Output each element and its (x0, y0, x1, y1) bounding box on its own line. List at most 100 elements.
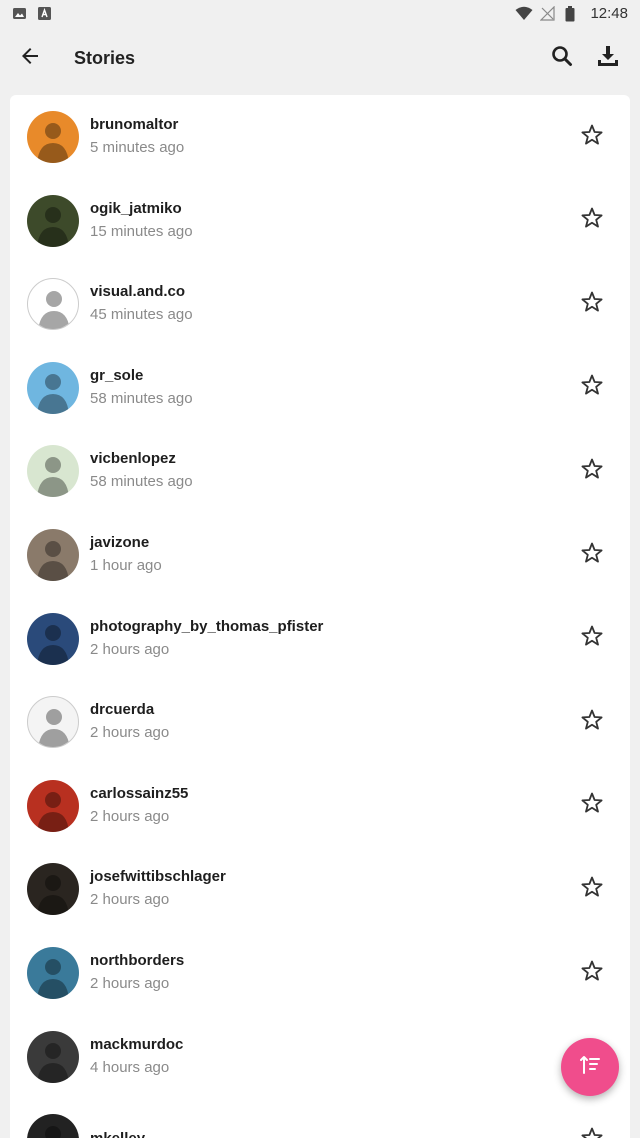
story-username: brunomaltor (90, 116, 179, 133)
app-bar: Stories (0, 26, 640, 90)
story-text: vicbenlopez 58 minutes ago (90, 449, 570, 493)
story-username: vicbenlopez (90, 450, 176, 468)
star-outline-icon (580, 541, 604, 570)
story-username: javizone (90, 534, 150, 551)
story-time: 2 hours ago (90, 891, 170, 909)
search-button[interactable] (542, 38, 582, 78)
story-item[interactable]: mackmurdoc 4 hours ago (10, 1015, 630, 1099)
star-outline-icon (580, 875, 604, 904)
story-item[interactable]: northborders 2 hours ago (10, 931, 630, 1015)
battery-icon (565, 5, 580, 21)
arrow-left-icon (18, 44, 42, 73)
story-time: 15 minutes ago (90, 222, 193, 240)
star-outline-icon (580, 959, 604, 988)
story-item[interactable]: josefwittibschlager 2 hours ago (10, 847, 630, 931)
story-time: 1 hour ago (90, 557, 162, 574)
favorite-button[interactable] (570, 282, 614, 326)
story-text: northborders 2 hours ago (90, 951, 570, 995)
story-item[interactable]: gr_sole 58 minutes ago (10, 346, 630, 430)
favorite-button[interactable] (570, 199, 614, 243)
sort-icon (578, 1053, 602, 1082)
avatar[interactable] (27, 779, 79, 832)
avatar[interactable] (27, 278, 79, 331)
star-outline-icon (580, 1126, 604, 1138)
avatar[interactable] (27, 445, 79, 498)
star-outline-icon (580, 290, 604, 319)
favorite-button[interactable] (570, 700, 614, 744)
story-username: northborders (90, 952, 185, 969)
story-time: 2 hours ago (90, 640, 170, 658)
avatar[interactable] (27, 696, 79, 749)
story-item[interactable]: brunomaltor 5 minutes ago (10, 95, 630, 179)
favorite-button[interactable] (570, 1118, 614, 1138)
avatar[interactable] (27, 1030, 79, 1083)
story-item[interactable]: mkelley (10, 1098, 630, 1138)
story-item[interactable]: vicbenlopez 58 minutes ago (10, 429, 630, 513)
avatar[interactable] (27, 947, 79, 999)
star-outline-icon (580, 123, 604, 152)
story-text: photography_by_thomas_pfister 2 hours ago (90, 617, 570, 661)
story-item[interactable]: carlossainz55 2 hours ago (10, 764, 630, 848)
image-icon (12, 6, 27, 21)
story-text: brunomaltor 5 minutes ago (90, 115, 570, 159)
story-time: 4 hours ago (90, 1058, 170, 1076)
stories-list: brunomaltor 5 minutes ago ogik_jatmiko 15 m… (10, 95, 630, 1138)
story-username: ogik_jatmiko (90, 199, 182, 217)
story-text: mackmurdoc 4 hours ago (90, 1035, 570, 1079)
story-time: 5 minutes ago (90, 139, 185, 156)
favorite-button[interactable] (570, 617, 614, 661)
status-time: 12:48 (590, 4, 628, 22)
download-icon (596, 44, 620, 73)
story-text: gr_sole 58 minutes ago (90, 366, 570, 410)
story-item[interactable]: visual.and.co 45 minutes ago (10, 262, 630, 346)
favorite-button[interactable] (570, 533, 614, 577)
favorite-button[interactable] (570, 951, 614, 995)
story-username: josefwittibschlager (90, 868, 226, 886)
avatar[interactable] (27, 361, 79, 414)
sort-button[interactable] (561, 1038, 619, 1096)
avatar[interactable] (27, 111, 79, 163)
avatar[interactable] (27, 529, 79, 581)
star-outline-icon (580, 708, 604, 737)
story-username: mackmurdoc (90, 1035, 184, 1053)
a-badge-icon (37, 6, 52, 21)
story-username: drcuerda (90, 701, 155, 719)
avatar[interactable] (27, 612, 79, 665)
story-username: photography_by_thomas_pfister (90, 617, 324, 635)
story-text: javizone 1 hour ago (90, 533, 570, 577)
story-item[interactable]: photography_by_thomas_pfister 2 hours ago (10, 597, 630, 681)
favorite-button[interactable] (570, 449, 614, 493)
story-time: 45 minutes ago (90, 306, 193, 324)
story-item[interactable]: javizone 1 hour ago (10, 513, 630, 597)
favorite-button[interactable] (570, 784, 614, 828)
story-text: josefwittibschlager 2 hours ago (90, 867, 570, 911)
story-username: mkelley (90, 1129, 570, 1138)
status-bar: 12:48 (0, 0, 640, 26)
avatar[interactable] (27, 194, 79, 247)
story-time: 58 minutes ago (90, 389, 193, 407)
story-username: gr_sole (90, 366, 144, 384)
no-signal-icon (540, 5, 556, 21)
page-title: Stories (74, 47, 136, 68)
avatar[interactable] (27, 1114, 79, 1138)
story-time: 2 hours ago (90, 724, 170, 742)
story-item[interactable]: ogik_jatmiko 15 minutes ago (10, 179, 630, 263)
story-username: visual.and.co (90, 283, 186, 301)
favorite-button[interactable] (570, 366, 614, 410)
favorite-button[interactable] (570, 115, 614, 159)
download-button[interactable] (588, 38, 628, 78)
star-outline-icon (580, 373, 604, 402)
story-time: 58 minutes ago (90, 473, 193, 491)
story-time: 2 hours ago (90, 975, 170, 992)
favorite-button[interactable] (570, 867, 614, 911)
story-text: ogik_jatmiko 15 minutes ago (90, 199, 570, 243)
star-outline-icon (580, 624, 604, 653)
story-time: 2 hours ago (90, 807, 170, 825)
star-outline-icon (580, 791, 604, 820)
back-button[interactable] (10, 38, 50, 78)
star-outline-icon (580, 457, 604, 486)
story-text: visual.and.co 45 minutes ago (90, 282, 570, 326)
story-item[interactable]: drcuerda 2 hours ago (10, 680, 630, 764)
avatar[interactable] (27, 863, 79, 916)
story-username: carlossainz55 (90, 784, 189, 802)
